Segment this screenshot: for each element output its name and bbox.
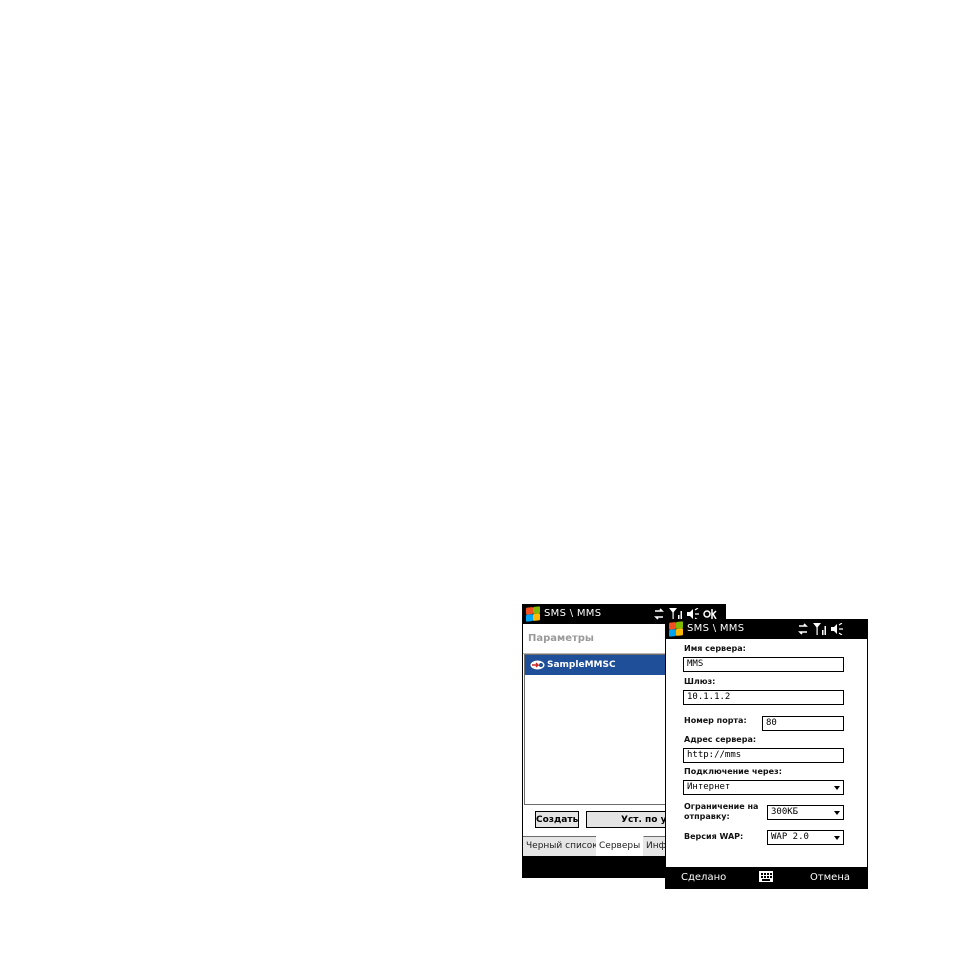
gateway-field[interactable]: 10.1.1.2 (683, 690, 844, 705)
create-button[interactable]: Создать (535, 811, 579, 828)
softkey-bar: Сделано Отмена (666, 867, 867, 888)
start-menu-icon[interactable] (526, 606, 540, 622)
server-address-field[interactable]: http://mms (683, 748, 844, 763)
server-icon (530, 660, 545, 670)
chevron-down-icon (834, 811, 840, 815)
start-menu-icon[interactable] (669, 621, 683, 637)
send-limit-value: 300KБ (771, 807, 799, 817)
connect-via-label: Подключение через: (684, 767, 782, 776)
wap-version-value: WAP 2.0 (771, 832, 809, 842)
status-icons (797, 622, 843, 636)
port-field[interactable]: 80 (762, 716, 844, 731)
chevron-down-icon (834, 836, 840, 840)
server-name-field[interactable]: MMS (683, 657, 844, 672)
tab-blacklist[interactable]: Черный список (523, 837, 602, 856)
connect-via-value: Интернет (687, 782, 731, 792)
window-title: SMS \ MMS (544, 608, 602, 619)
front-screen: SMS \ MMS Имя сервера: MMS Шлюз: 10.1.1.… (665, 619, 868, 889)
window-title: SMS \ MMS (687, 623, 745, 634)
wap-version-label: Версия WAP: (684, 832, 744, 841)
chevron-down-icon (834, 786, 840, 790)
server-address-label: Адрес сервера: (684, 735, 757, 744)
done-softkey[interactable]: Сделано (681, 872, 726, 883)
wap-version-select[interactable]: WAP 2.0 (767, 830, 844, 845)
connectivity-icon[interactable] (797, 623, 809, 635)
send-limit-label: Ограничение на отправку: (684, 802, 758, 822)
send-limit-label-line2: отправку: (684, 812, 730, 821)
send-limit-label-line1: Ограничение на (684, 802, 759, 811)
volume-icon[interactable] (831, 623, 843, 635)
list-item-label: SampleMMSC (547, 660, 616, 670)
gateway-label: Шлюз: (684, 677, 716, 686)
port-label: Номер порта: (684, 716, 747, 725)
connectivity-icon[interactable] (653, 608, 665, 620)
title-bar: SMS \ MMS (666, 620, 867, 639)
tab-servers[interactable]: Серверы (596, 836, 645, 856)
signal-icon[interactable] (813, 623, 827, 635)
send-limit-select[interactable]: 300KБ (767, 805, 844, 820)
cancel-softkey[interactable]: Отмена (810, 872, 850, 883)
keyboard-icon[interactable] (759, 871, 773, 882)
server-name-label: Имя сервера: (684, 644, 746, 653)
connect-via-select[interactable]: Интернет (683, 780, 844, 795)
